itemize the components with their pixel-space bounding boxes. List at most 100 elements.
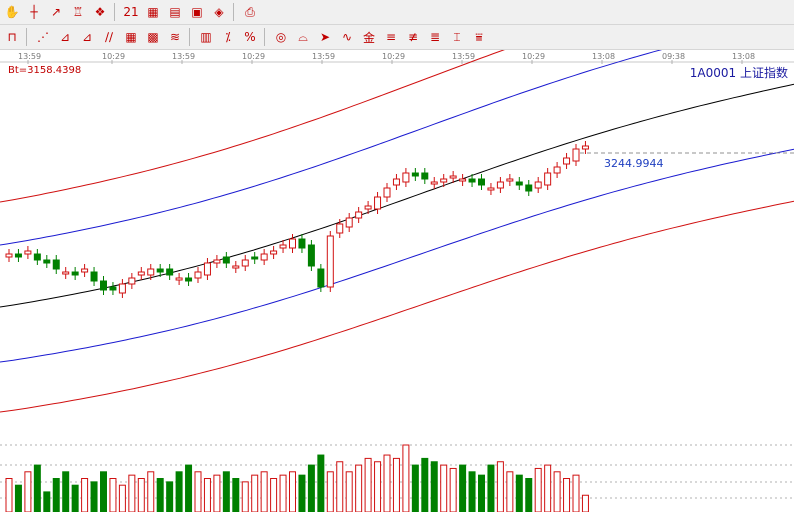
- volume-bar: [392, 457, 400, 512]
- volume-bar: [137, 478, 145, 512]
- time-tick: 13:59: [172, 52, 196, 61]
- candle-up: [496, 181, 504, 189]
- candle-down: [33, 253, 41, 261]
- time-tick: 13:59: [18, 52, 42, 61]
- candle-down: [478, 178, 485, 186]
- volume-bar: [166, 481, 174, 512]
- candle-up: [440, 178, 448, 183]
- wave-icon[interactable]: ∿: [337, 27, 357, 47]
- resistance-icon[interactable]: ⌶: [447, 27, 467, 47]
- candle-up: [241, 259, 249, 267]
- channel-icon[interactable]: ≋: [165, 27, 185, 47]
- time-tick: 10:29: [382, 52, 406, 61]
- chart-area[interactable]: Bt=3158.4398 1A0001 上证指数 3244.9944 13:59…: [0, 50, 794, 512]
- volume-bar: [213, 474, 221, 512]
- candle-up: [62, 271, 70, 275]
- crosshair-icon[interactable]: ┼: [24, 2, 44, 22]
- volume-bar: [478, 474, 485, 512]
- time-tick: 13:59: [312, 52, 336, 61]
- golden-ratio-icon[interactable]: ⌓: [293, 27, 313, 47]
- candle-up: [279, 244, 287, 249]
- volume-bar: [270, 478, 278, 512]
- volume-bar: [421, 457, 429, 512]
- candle-up: [203, 262, 211, 276]
- volume-bar: [496, 461, 504, 512]
- percent-icon[interactable]: %: [240, 27, 260, 47]
- candle-up: [345, 217, 353, 228]
- volume-bar: [487, 464, 495, 512]
- fan-line-icon[interactable]: ⋰: [33, 27, 53, 47]
- time-tick: 10:29: [522, 52, 546, 61]
- calculator-icon[interactable]: ▦: [143, 2, 163, 22]
- candle-up: [270, 250, 278, 255]
- save-disk-icon[interactable]: ▣: [187, 2, 207, 22]
- candle-up: [81, 268, 89, 273]
- stack-line-icon[interactable]: ≣: [425, 27, 445, 47]
- volume-bar: [298, 474, 306, 512]
- candle-down: [525, 184, 533, 192]
- candle-down: [43, 259, 51, 264]
- candle-up: [137, 271, 145, 276]
- fib-line-icon[interactable]: ⊓: [2, 27, 22, 47]
- circle-cycle-icon[interactable]: ◎: [271, 27, 291, 47]
- volume-bar: [345, 471, 353, 512]
- candle-up: [118, 283, 126, 294]
- box-grid-icon[interactable]: ▩: [143, 27, 163, 47]
- candle-down: [468, 178, 476, 183]
- volume-bar: [5, 478, 13, 512]
- data-table-icon[interactable]: ▤: [165, 2, 185, 22]
- volume-bar: [90, 481, 98, 512]
- candle-up: [364, 205, 372, 210]
- candle-style-icon[interactable]: ♖: [68, 2, 88, 22]
- toolbar-separator: [114, 3, 115, 21]
- cycle-line-icon[interactable]: ⩸: [469, 27, 489, 47]
- time-tick: 10:29: [242, 52, 266, 61]
- calendar-icon[interactable]: 21: [121, 2, 141, 22]
- candle-up: [194, 271, 202, 279]
- network-icon[interactable]: ◈: [209, 2, 229, 22]
- volume-bar: [364, 457, 372, 512]
- candle-down: [251, 256, 259, 260]
- grid-icon[interactable]: ▦: [121, 27, 141, 47]
- time-tick: 13:08: [732, 52, 756, 61]
- arrow-tool-icon[interactable]: ➤: [315, 27, 335, 47]
- speed-line-icon[interactable]: ⊿: [77, 27, 97, 47]
- candle-up: [374, 196, 382, 210]
- candle-down: [411, 172, 419, 177]
- volume-bar: [43, 491, 51, 512]
- upper-inner-band: [0, 50, 663, 246]
- level-line-icon[interactable]: ≡: [381, 27, 401, 47]
- volume-bar: [307, 464, 315, 512]
- candle-up: [326, 235, 334, 288]
- percent-tool-icon[interactable]: ⁒: [218, 27, 238, 47]
- candle-up: [24, 250, 32, 255]
- candle-down: [515, 181, 523, 186]
- kline-chart[interactable]: [0, 50, 794, 512]
- hand-icon[interactable]: ✋: [2, 2, 22, 22]
- bars-icon[interactable]: ▥: [196, 27, 216, 47]
- volume-bar: [81, 478, 89, 512]
- print-icon[interactable]: ⎙: [240, 2, 260, 22]
- gold-split-icon[interactable]: 金: [359, 27, 379, 47]
- volume-bar: [118, 484, 126, 512]
- volume-bar: [100, 471, 107, 512]
- candle-up: [449, 175, 457, 179]
- candle-down: [222, 256, 230, 264]
- parallel-line-icon[interactable]: ∕∕: [99, 27, 119, 47]
- indicator-icon[interactable]: ❖: [90, 2, 110, 22]
- time-tick: 13:08: [592, 52, 616, 61]
- volume-bar: [468, 471, 476, 512]
- volume-bar: [544, 464, 552, 512]
- volume-bar: [222, 471, 230, 512]
- volume-bar: [52, 478, 60, 512]
- symbol-label: 1A0001 上证指数: [689, 66, 788, 80]
- lower-outer-band: [0, 200, 794, 413]
- candle-down: [156, 268, 164, 273]
- volume-bar: [506, 471, 514, 512]
- candle-up: [553, 166, 561, 174]
- line-tool-icon[interactable]: ↗: [46, 2, 66, 22]
- volume-bar: [336, 461, 344, 512]
- support-line-icon[interactable]: ≢: [403, 27, 423, 47]
- gann-fan-icon[interactable]: ⊿: [55, 27, 75, 47]
- toolbar-top: ✋ ┼ ↗ ♖ ❖ 21 ▦ ▤ ▣ ◈ ⎙: [0, 0, 794, 25]
